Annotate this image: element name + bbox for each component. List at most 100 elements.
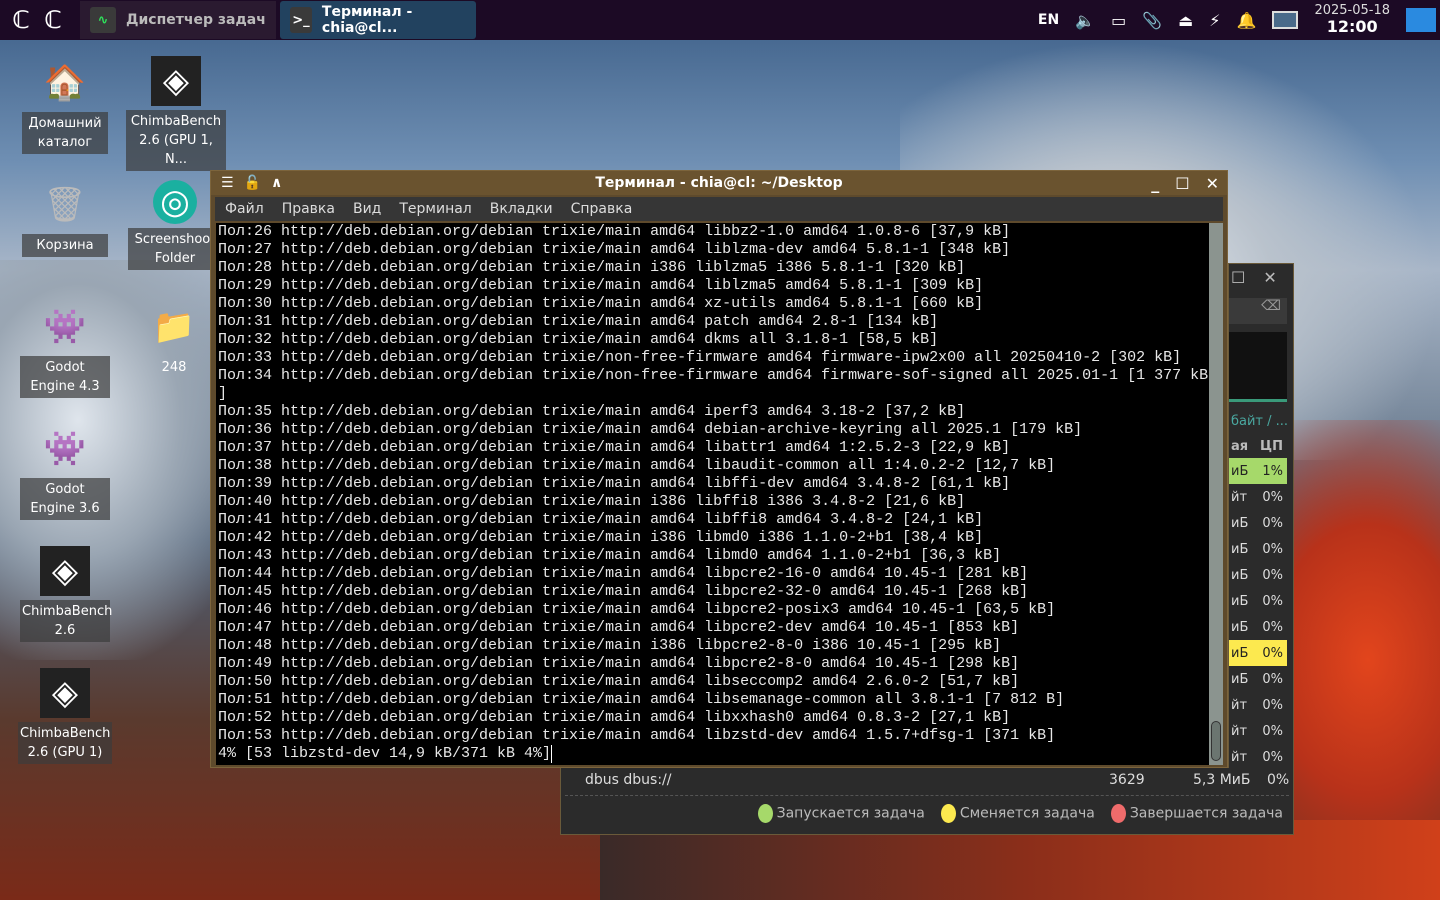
menu-file[interactable]: Файл [225, 201, 264, 217]
notifications-icon[interactable]: 🔔 [1237, 11, 1257, 30]
legend-label: Сменяется задача [959, 805, 1095, 822]
process-cpu: 0% [1262, 645, 1283, 661]
close-button[interactable]: ✕ [1263, 268, 1276, 287]
process-row[interactable]: иБ 0% [1229, 510, 1287, 536]
process-row[interactable]: иБ 0% [1229, 666, 1287, 692]
terminal-line: Пол:51 http://deb.debian.org/debian trix… [218, 691, 1065, 708]
show-desktop-icon[interactable] [1406, 8, 1436, 32]
window-menu-icon[interactable]: ☰ [221, 175, 234, 191]
process-memory: иБ [1231, 541, 1249, 557]
terminal-line: Пол:41 http://deb.debian.org/debian trix… [218, 511, 984, 528]
process-memory: йт [1231, 723, 1248, 739]
process-cpu: 0% [1262, 593, 1283, 609]
process-row[interactable]: dbus dbus:// 3629 5,3 МиБ 0% [565, 772, 1289, 796]
terminal-output[interactable]: Пол:26 http://deb.debian.org/debian trix… [216, 223, 1209, 765]
menu-terminal[interactable]: Терминал [399, 201, 471, 217]
maximize-button[interactable]: ☐ [1231, 268, 1245, 287]
desktop-icon-godot-43[interactable]: 👾 Godot Engine 4.3 [20, 302, 110, 398]
process-row[interactable]: иБ 1% [1229, 458, 1287, 484]
process-pid: 3629 [1109, 772, 1145, 788]
desktop-icon-chimbabench-gpu[interactable]: ◈ ChimbaBench 2.6 (GPU 1, N... [126, 56, 226, 171]
app-menu-icon[interactable]: ℂ [6, 5, 36, 35]
keyboard-layout[interactable]: EN [1038, 12, 1059, 28]
task-label: Терминал - chia@cl... [321, 4, 413, 36]
process-memory: иБ [1231, 671, 1249, 687]
process-cpu: 0% [1262, 541, 1283, 557]
menu-edit[interactable]: Правка [282, 201, 335, 217]
process-row[interactable]: иБ 0% [1229, 562, 1287, 588]
terminal-line: Пол:44 http://deb.debian.org/debian trix… [218, 565, 1029, 582]
desktop-icon-label: Screenshoot Folder [128, 228, 222, 270]
desktop-icon-label: Домашний каталог [22, 112, 108, 154]
terminal-line: Пол:35 http://deb.debian.org/debian trix… [218, 403, 966, 420]
process-row[interactable]: йт 0% [1229, 484, 1287, 510]
network-icon[interactable]: ▭ [1111, 11, 1126, 30]
desktop-icon-screenshot-folder[interactable]: ◎ Screenshoot Folder [128, 180, 222, 270]
trash-icon: 🗑 [43, 185, 87, 225]
cpu-graph [1229, 332, 1287, 402]
terminal-window: Терминал - chia@cl: ~/Desktop ☰ 🔓 ∧ _ ☐ … [210, 170, 1228, 768]
task-manager-window: ☐ ✕ ⌫ байт / ... ая ЦП иБ 1% йт 0% иБ 0% иБ 0% иБ… [1228, 263, 1294, 835]
pin-icon[interactable]: 🔓 [244, 175, 261, 191]
process-cpu: 0% [1262, 489, 1283, 505]
legend-label: Запускается задача [776, 805, 925, 822]
desktop-icon-folder-248[interactable]: 📁 248 [131, 302, 217, 379]
menu-help[interactable]: Справка [571, 201, 633, 217]
task-terminal[interactable]: >_ Терминал - chia@cl... [280, 1, 476, 39]
process-row[interactable]: йт 0% [1229, 692, 1287, 718]
clipboard-icon[interactable]: 📎 [1142, 11, 1162, 30]
desktop-icon-label: 248 [161, 360, 187, 375]
terminal-line: Пол:48 http://deb.debian.org/debian trix… [218, 637, 1002, 654]
search-field[interactable]: ⌫ [1229, 298, 1287, 324]
volume-icon[interactable]: 🔈 [1075, 11, 1095, 30]
legend: Запускается задача Сменяется задача Заве… [757, 804, 1283, 823]
red-dot-icon [1110, 804, 1126, 823]
minimize-button[interactable]: _ [1151, 174, 1159, 193]
desktop-icon-label: ChimbaBench 2.6 (GPU 1, N... [126, 110, 226, 171]
desktop-icon-trash[interactable]: 🗑 Корзина [22, 180, 108, 257]
clock[interactable]: 2025-05-18 12:00 [1314, 3, 1390, 36]
desktop-icon-label: ChimbaBench 2.6 [20, 600, 112, 642]
process-cpu: 0% [1262, 697, 1283, 713]
menu-bar: Файл Правка Вид Терминал Вкладки Справка [215, 197, 1223, 221]
process-row[interactable]: йт 0% [1229, 718, 1287, 744]
shade-icon[interactable]: ∧ [271, 175, 282, 191]
task-task-manager[interactable]: ∿ Диспетчер задач [80, 1, 276, 39]
green-dot-icon [757, 804, 773, 823]
desktop-icon-home[interactable]: 🏠 Домашний каталог [22, 58, 108, 154]
battery-icon[interactable]: ⚡ [1209, 11, 1220, 30]
process-row[interactable]: йт 0% [1229, 744, 1287, 770]
task-manager-bottom: dbus dbus:// 3629 5,3 МиБ 0% Запускается… [560, 768, 1294, 835]
workspace-icon[interactable] [1272, 11, 1299, 29]
process-row[interactable]: иБ 0% [1229, 588, 1287, 614]
process-memory: 5,3 МиБ [1193, 772, 1251, 788]
eject-icon[interactable]: ⏏ [1178, 11, 1193, 30]
clear-search-icon[interactable]: ⌫ [1261, 298, 1281, 314]
column-header-cpu[interactable]: ЦП [1260, 439, 1283, 454]
desktop-icon-chimbabench[interactable]: ◈ ChimbaBench 2.6 [20, 546, 112, 642]
maximize-button[interactable]: ☐ [1175, 174, 1189, 193]
menu-view[interactable]: Вид [353, 201, 381, 217]
terminal-line: Пол:37 http://deb.debian.org/debian trix… [218, 439, 1011, 456]
desktop-icon-godot-36[interactable]: 👾 Godot Engine 3.6 [20, 424, 110, 520]
app-menu-icon-2[interactable]: ℂ [38, 5, 68, 35]
desktop-icon-label: Godot Engine 4.3 [20, 356, 110, 398]
process-row[interactable]: иБ 0% [1229, 536, 1287, 562]
process-cpu: 0% [1267, 772, 1290, 788]
activity-icon: ∿ [90, 7, 116, 33]
desktop-icon-chimbabench-gpu1[interactable]: ◈ ChimbaBench 2.6 (GPU 1) [18, 668, 112, 764]
godot-icon: 👾 [43, 429, 87, 469]
legend-starting: Запускается задача [757, 804, 925, 823]
terminal-line: Пол:42 http://deb.debian.org/debian trix… [218, 529, 984, 546]
title-bar[interactable]: Терминал - chia@cl: ~/Desktop ☰ 🔓 ∧ _ ☐ … [211, 171, 1227, 195]
scrollbar-thumb[interactable] [1211, 721, 1221, 761]
terminal-line: Пол:46 http://deb.debian.org/debian trix… [218, 601, 1056, 618]
terminal-line: 4% [53 libzstd-dev 14,9 kB/371 kB 4%] [218, 745, 553, 763]
close-button[interactable]: ✕ [1206, 174, 1219, 193]
menu-tabs[interactable]: Вкладки [490, 201, 553, 217]
scrollbar[interactable] [1209, 223, 1223, 765]
desktop-icon-label: Godot Engine 3.6 [20, 478, 110, 520]
process-row[interactable]: иБ 0% [1229, 614, 1287, 640]
column-header-memory[interactable]: ая [1231, 439, 1248, 454]
process-row[interactable]: иБ 0% [1229, 640, 1287, 666]
